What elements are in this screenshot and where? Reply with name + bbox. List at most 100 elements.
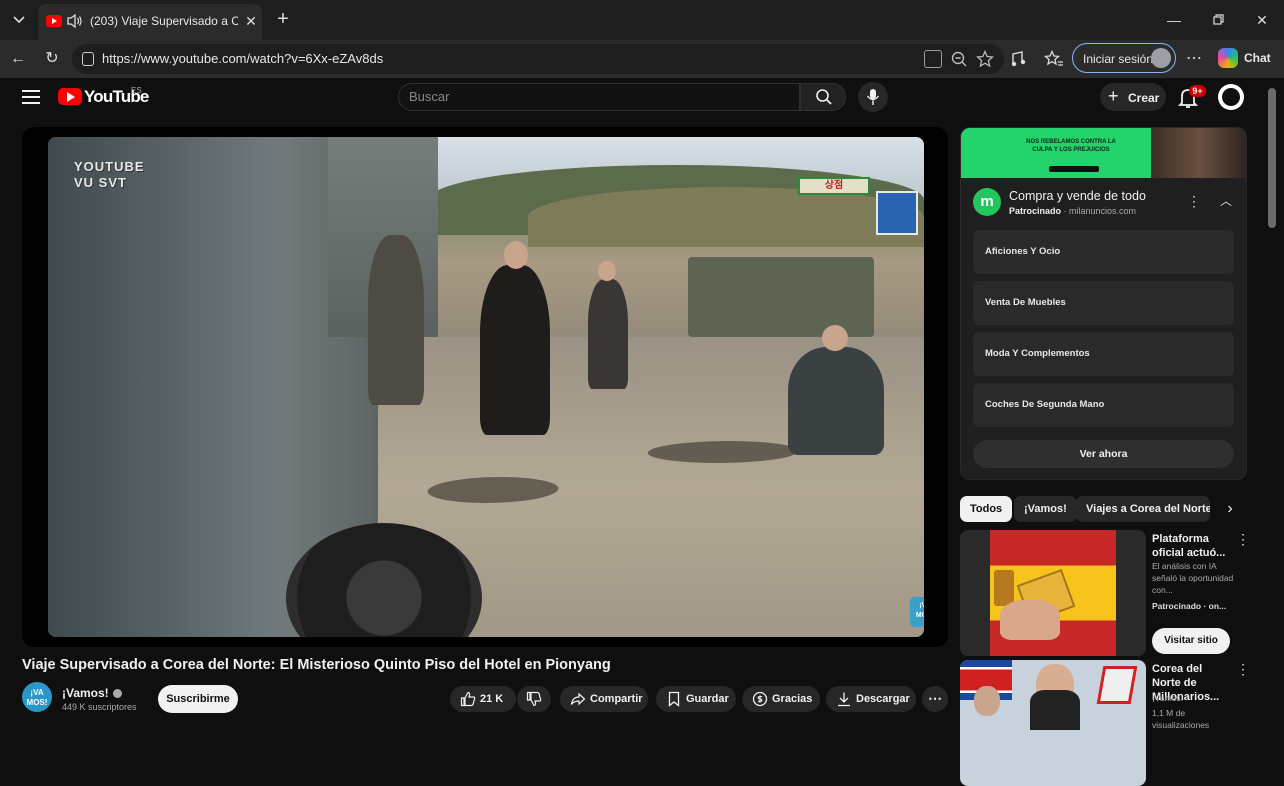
channel-name[interactable]: ¡Vamos! <box>62 686 122 700</box>
browser-address-bar: ← ↻ https://www.youtube.com/watch?v=6Xx-… <box>0 40 1284 78</box>
favorites-icon[interactable] <box>1044 50 1064 68</box>
share-button[interactable]: Compartir <box>560 686 648 712</box>
rec-title[interactable]: Plataforma oficial actuó... <box>1152 532 1232 560</box>
rec-thumbnail[interactable] <box>960 660 1146 786</box>
dislike-button[interactable] <box>517 686 551 712</box>
video-title: Viaje Supervisado a Corea del Norte: El … <box>22 657 611 673</box>
coat-of-arms-shape <box>994 570 1014 606</box>
copilot-chat-button[interactable]: Chat <box>1214 45 1278 71</box>
more-horizontal-icon: ⋯ <box>928 690 942 706</box>
favorite-star-icon[interactable] <box>976 50 994 68</box>
thanks-label: Gracias <box>772 693 813 705</box>
window-close-icon[interactable]: ✕ <box>1252 10 1272 30</box>
save-button[interactable]: Guardar <box>656 686 736 712</box>
profile-avatar-icon <box>1151 48 1171 68</box>
chip-todos[interactable]: Todos <box>960 496 1013 522</box>
collapse-chevron-icon[interactable]: ︿ <box>1217 192 1235 210</box>
thumbs-down-icon <box>526 691 542 707</box>
super-thanks-icon <box>752 691 768 707</box>
hotel-icon-shape <box>1096 666 1138 704</box>
tab-close-icon[interactable]: ✕ <box>242 12 260 30</box>
minimize-icon[interactable]: — <box>1164 10 1184 30</box>
recommendation-item[interactable]: Plataforma oficial actuó... El análisis … <box>960 530 1250 658</box>
rec-thumbnail[interactable] <box>960 530 1146 656</box>
advertiser-logo[interactable]: m <box>973 188 1001 216</box>
recommendation-item[interactable]: Corea del Norte de Millonarios... ¡Vamos… <box>960 660 1250 786</box>
truck-scenery <box>688 257 874 337</box>
visit-site-button[interactable]: Visitar sitio <box>1152 628 1230 654</box>
hand-shape <box>1000 600 1060 640</box>
new-tab-button[interactable]: + <box>272 9 294 31</box>
chat-label: Chat <box>1244 51 1271 65</box>
app-install-icon[interactable] <box>924 50 942 68</box>
chip-vamos[interactable]: ¡Vamos! <box>1014 496 1077 522</box>
media-control-icon[interactable] <box>1010 50 1030 68</box>
subscribe-button[interactable]: Suscribirme <box>158 685 238 713</box>
rec-description: El análisis con IA señaló la oportunidad… <box>1152 561 1234 595</box>
user-avatar[interactable] <box>1218 84 1244 110</box>
share-icon <box>570 692 586 706</box>
create-label: Crear <box>1128 91 1160 105</box>
country-code: ES <box>131 86 142 95</box>
channel-watermark[interactable]: ¡VA MOS! <box>910 597 924 627</box>
subscriber-count: 449 K suscriptores <box>62 702 137 712</box>
thanks-button[interactable]: Gracias <box>742 686 820 712</box>
verified-icon <box>112 689 122 699</box>
more-vert-icon[interactable]: ⋮ <box>1236 532 1250 550</box>
ad-sponsor-line: Patrocinado · milanuncios.com <box>1009 206 1137 216</box>
thumbs-up-icon <box>460 691 476 707</box>
url-field[interactable]: https://www.youtube.com/watch?v=6Xx-eZAv… <box>72 44 1004 74</box>
ad-link[interactable]: Coches De Segunda Mano <box>973 383 1234 427</box>
ad-cta-button[interactable]: Ver ahora <box>973 440 1234 468</box>
back-arrow-icon[interactable]: ← <box>8 49 28 69</box>
maximize-icon[interactable] <box>1208 10 1228 30</box>
ad-link[interactable]: Aficiones Y Ocio <box>973 230 1234 274</box>
create-button[interactable]: + Crear <box>1100 83 1166 111</box>
search-button[interactable] <box>800 83 846 111</box>
more-options-icon[interactable]: ⋯ <box>1184 49 1204 69</box>
video-frame: 상점 YOUTUBE VU SVT ¡VA MOS! <box>48 137 924 637</box>
site-info-icon[interactable] <box>82 52 94 66</box>
chip-viajes-corea[interactable]: Viajes a Corea del Norte <box>1076 496 1210 522</box>
ad-banner[interactable]: NOS REBELAMOS CONTRA LA CULPA Y LOS PREJ… <box>961 128 1246 178</box>
voice-search-button[interactable] <box>858 82 888 112</box>
chevron-right-icon[interactable]: › <box>1220 499 1240 519</box>
speaker-icon[interactable] <box>66 13 84 29</box>
download-label: Descargar <box>856 693 910 705</box>
tab-actions-menu-button[interactable] <box>6 8 32 32</box>
guide-menu-icon[interactable] <box>22 90 40 104</box>
more-actions-button[interactable]: ⋯ <box>922 686 948 712</box>
more-vert-icon[interactable]: ⋮ <box>1236 662 1250 680</box>
ad-title[interactable]: Compra y vende de todo <box>1009 189 1146 203</box>
video-watermark: YOUTUBE VU SVT <box>74 159 145 190</box>
search-box[interactable] <box>398 83 800 111</box>
sponsored-ad-card: NOS REBELAMOS CONTRA LA CULPA Y LOS PREJ… <box>960 127 1247 480</box>
search-icon <box>816 89 832 105</box>
url-text[interactable]: https://www.youtube.com/watch?v=6Xx-eZAv… <box>102 51 383 66</box>
ad-banner-text: NOS REBELAMOS CONTRA LA CULPA Y LOS PREJ… <box>1026 139 1116 153</box>
like-button[interactable]: 21 K <box>450 686 516 712</box>
plus-icon: + <box>1108 86 1119 106</box>
video-player[interactable]: 상점 YOUTUBE VU SVT ¡VA MOS! <box>22 127 948 647</box>
youtube-logo-icon[interactable] <box>58 88 82 105</box>
browser-tab-active[interactable]: (203) Viaje Supervisado a Corea del Nort… <box>38 4 262 40</box>
rec-channel[interactable]: ¡Vamos! <box>1152 692 1236 704</box>
refresh-icon[interactable]: ↻ <box>42 49 62 69</box>
download-button[interactable]: Descargar <box>826 686 916 712</box>
channel-avatar[interactable]: ¡VA MOS! <box>22 682 52 712</box>
signin-label: Iniciar sesión <box>1083 52 1154 66</box>
chevron-down-icon <box>13 16 25 24</box>
download-icon <box>838 692 850 707</box>
ad-link[interactable]: Moda Y Complementos <box>973 332 1234 376</box>
search-input[interactable] <box>409 89 779 104</box>
app-store-badges <box>1049 166 1099 172</box>
page-scrollbar[interactable] <box>1268 88 1276 228</box>
notifications-badge: 9+ <box>1189 85 1206 97</box>
bus-stop-sign <box>876 191 918 235</box>
signin-button[interactable]: Iniciar sesión <box>1072 43 1176 73</box>
ad-link[interactable]: Venta De Muebles <box>973 281 1234 325</box>
tab-title: (203) Viaje Supervisado a Corea del Nort… <box>90 14 238 28</box>
person-crouching <box>788 347 884 455</box>
more-vert-icon[interactable]: ⋮ <box>1187 192 1201 212</box>
zoom-icon[interactable] <box>950 50 968 68</box>
